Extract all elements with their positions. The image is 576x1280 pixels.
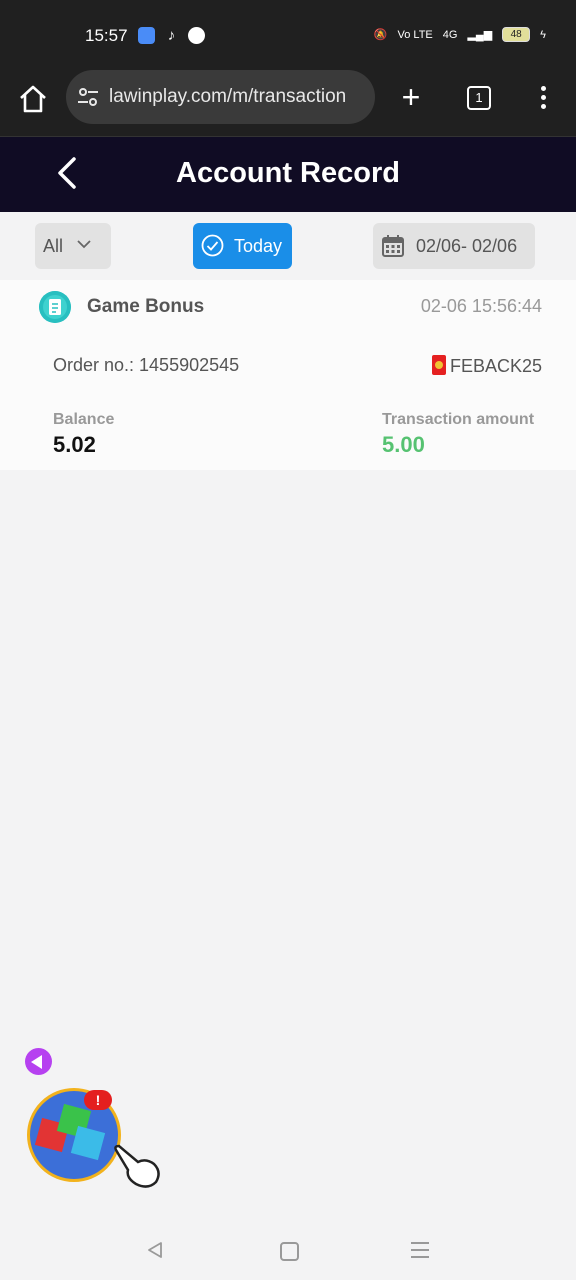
network-indicator: 4G (442, 28, 458, 41)
order-number: Order no.: 1455902545 (53, 355, 240, 375)
type-filter-label: All (43, 236, 64, 256)
page-title: Account Record (176, 157, 400, 189)
status-bar: 15:57 ♪ 🔕 Vo LTE 4G ▂▄▆ 48 ϟ (0, 0, 576, 70)
signal-icon: ▂▄▆ (467, 29, 493, 41)
pointing-hand-icon (114, 1144, 160, 1188)
home-icon[interactable] (18, 84, 48, 114)
transaction-amount-label: Transaction amount (382, 411, 535, 428)
date-range-picker[interactable]: 02/06- 02/06 (373, 223, 535, 269)
url-text: lawinplay.com/m/transaction (109, 86, 347, 107)
site-settings-icon[interactable] (78, 87, 98, 107)
tab-switcher-button[interactable]: 1 (467, 86, 491, 110)
volte-indicator: Vo LTE (397, 28, 433, 41)
nav-home-icon[interactable] (280, 1242, 299, 1261)
status-indicators: 🔕 Vo LTE 4G ▂▄▆ 48 ϟ (374, 27, 546, 42)
page-header: Account Record (0, 137, 576, 212)
chevron-down-icon (77, 240, 91, 249)
battery-icon: 48 (502, 27, 531, 42)
today-filter-button[interactable]: Today (193, 223, 292, 269)
nav-back-icon[interactable] (146, 1241, 164, 1259)
mute-icon: 🔕 (373, 29, 388, 41)
filter-bar: All Today 02/06- 02/06 (0, 212, 576, 280)
record-title: Game Bonus (87, 296, 205, 317)
notification-badge: ! (84, 1090, 112, 1110)
new-tab-icon[interactable]: + (396, 81, 426, 113)
record-timestamp: 02-06 15:56:44 (420, 296, 542, 316)
type-filter-dropdown[interactable]: All (35, 223, 111, 269)
record-item[interactable]: Game Bonus 02-06 15:56:44 Order no.: 145… (0, 280, 576, 470)
browser-menu-icon[interactable] (537, 84, 549, 112)
charging-icon: ϟ (540, 28, 546, 41)
check-circle-icon (201, 234, 224, 257)
tiktok-icon: ♪ (167, 27, 176, 44)
status-app-icons: ♪ (138, 27, 205, 44)
calendar-icon (382, 235, 404, 257)
receipt-icon (39, 291, 71, 323)
system-nav-bar (0, 1216, 576, 1280)
balance-value: 5.02 (53, 432, 96, 457)
address-bar[interactable]: lawinplay.com/m/transaction (66, 70, 375, 124)
date-range-text: 02/06- 02/06 (416, 236, 518, 256)
files-icon (138, 27, 155, 44)
browser-toolbar: lawinplay.com/m/transaction + 1 (0, 70, 576, 137)
bonus-code-text: FEBACK25 (449, 356, 542, 376)
transaction-amount-value: 5.00 (382, 432, 425, 457)
nav-recents-icon[interactable] (411, 1242, 429, 1258)
balance-label: Balance (53, 411, 115, 428)
today-label: Today (234, 236, 283, 256)
bonus-code: FEBACK25 (431, 355, 542, 377)
red-envelope-icon (431, 355, 446, 375)
status-time: 15:57 (85, 26, 128, 45)
messenger-icon (188, 27, 205, 44)
collapse-widget-arrow-icon[interactable] (25, 1048, 52, 1075)
